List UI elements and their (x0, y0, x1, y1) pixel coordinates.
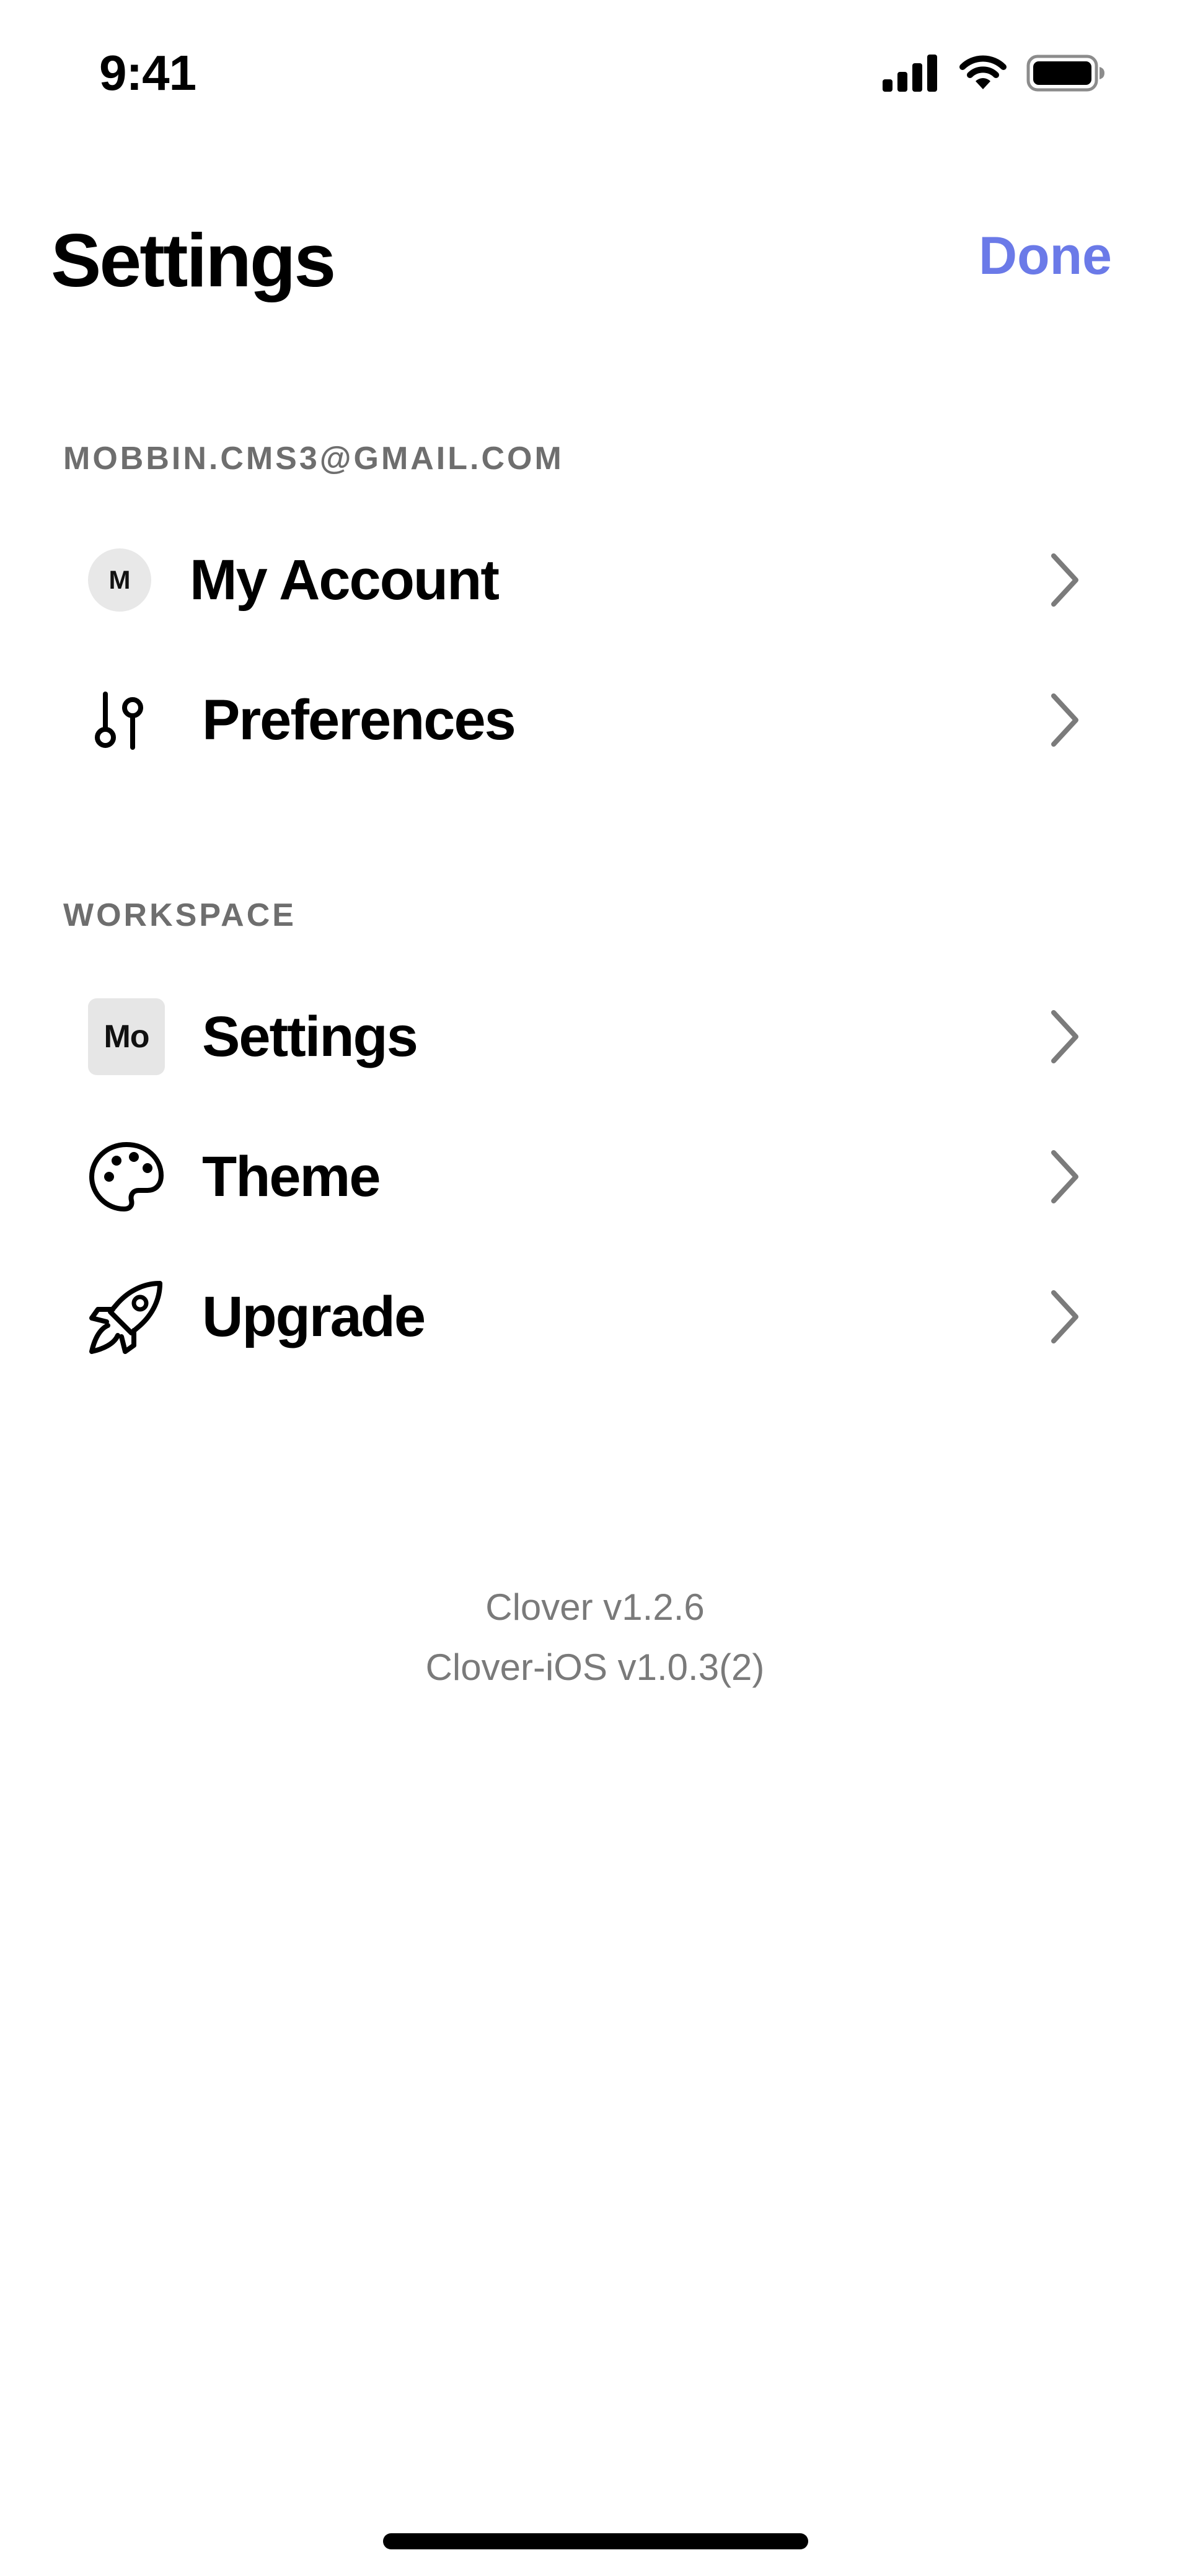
home-indicator[interactable] (383, 2533, 808, 2549)
avatar: M (88, 548, 151, 612)
sliders-icon (88, 689, 150, 751)
upgrade-row[interactable]: Upgrade (0, 1255, 1190, 1379)
theme-row[interactable]: Theme (0, 1115, 1190, 1239)
wifi-icon (959, 55, 1007, 89)
page-title: Settings (51, 218, 336, 302)
battery-icon (1026, 55, 1104, 92)
theme-label: Theme (202, 1145, 381, 1208)
account-section-header: MOBBIN.CMS3@GMAIL.COM (63, 441, 564, 477)
status-icons (881, 53, 1142, 93)
app-version: Clover v1.2.6 (485, 1586, 705, 1628)
my-account-label: My Account (190, 548, 500, 612)
palette-icon (88, 1141, 165, 1213)
chevron-right-icon (1051, 1290, 1078, 1343)
chevron-right-icon (1051, 1010, 1078, 1063)
workspace-badge: Mo (88, 998, 165, 1075)
rocket-icon (88, 1278, 165, 1355)
status-time: 9:41 (99, 45, 196, 100)
ios-version: Clover-iOS v1.0.3(2) (425, 1646, 765, 1688)
cellular-signal-icon (883, 55, 937, 92)
workspace-section-header: WORKSPACE (63, 897, 296, 933)
done-button[interactable]: Done (979, 222, 1112, 290)
chevron-right-icon (1051, 693, 1078, 747)
preferences-row[interactable]: Preferences (0, 658, 1190, 782)
chevron-right-icon (1051, 553, 1078, 607)
chevron-right-icon (1051, 1150, 1078, 1203)
upgrade-label: Upgrade (202, 1285, 426, 1348)
avatar-initial: M (88, 548, 151, 612)
workspace-badge-text: Mo (88, 998, 165, 1075)
workspace-settings-label: Settings (202, 1005, 418, 1068)
preferences-label: Preferences (202, 688, 516, 752)
status-bar: 9:41 (0, 0, 1190, 146)
workspace-settings-row[interactable]: Mo Settings (0, 975, 1190, 1099)
my-account-row[interactable]: M My Account (0, 518, 1190, 642)
